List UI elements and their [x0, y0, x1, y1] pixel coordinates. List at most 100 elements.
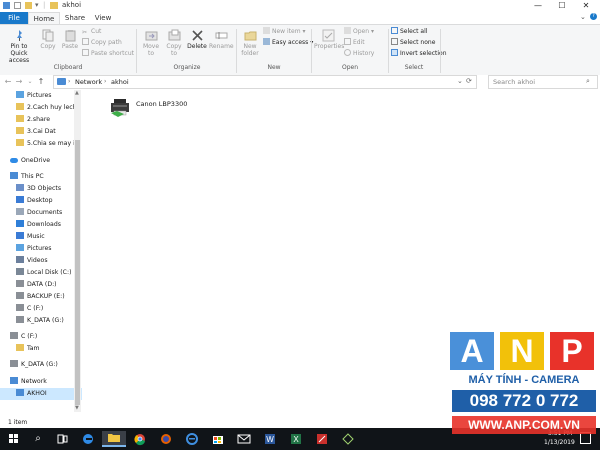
- sidebar-item[interactable]: Network: [0, 376, 82, 388]
- delete-button[interactable]: Delete: [186, 29, 208, 50]
- sidebar-item[interactable]: C (F:): [0, 331, 82, 343]
- invert-selection-button[interactable]: Invert selection: [391, 48, 447, 59]
- help-icon[interactable]: ?: [590, 13, 597, 20]
- sidebar-item[interactable]: DATA (D:): [0, 279, 82, 291]
- refresh-icon[interactable]: ⟳: [466, 77, 472, 85]
- sidebar-item[interactable]: 2.share: [0, 114, 82, 126]
- search-box[interactable]: Search akhoi ⌕: [488, 75, 598, 89]
- tab-file[interactable]: File: [0, 12, 28, 24]
- ie-icon[interactable]: [180, 431, 204, 447]
- sidebar-item[interactable]: 3D Objects: [0, 183, 82, 195]
- rename-button[interactable]: Rename: [209, 29, 234, 50]
- maximize-button[interactable]: ☐: [550, 0, 574, 12]
- paste-shortcut-button[interactable]: Paste shortcut: [82, 48, 134, 59]
- edit-button[interactable]: Edit: [344, 37, 374, 48]
- sidebar-item[interactable]: 5.Chia se may in: [0, 138, 82, 150]
- sidebar-item-label: C (F:): [21, 333, 38, 340]
- easy-access-button[interactable]: Easy access ▾: [263, 37, 313, 48]
- close-button[interactable]: ✕: [574, 0, 598, 12]
- sidebar-item[interactable]: K_DATA (G:): [0, 315, 82, 327]
- nav-scrollbar-thumb[interactable]: [75, 140, 80, 405]
- breadcrumb-akhoi[interactable]: akhoi: [111, 78, 129, 86]
- file-explorer-icon[interactable]: [102, 431, 126, 447]
- mail-icon[interactable]: [232, 431, 256, 447]
- breadcrumb-network[interactable]: Network: [75, 78, 102, 86]
- tab-share[interactable]: Share: [62, 12, 88, 24]
- sidebar-item-label: Network: [21, 378, 47, 385]
- new-folder-button[interactable]: New folder: [239, 29, 261, 57]
- search-icon[interactable]: ⌕: [26, 431, 50, 447]
- app-icon: [3, 2, 10, 9]
- sidebar-item[interactable]: Videos: [0, 255, 82, 267]
- tab-home[interactable]: Home: [28, 12, 60, 24]
- sidebar-item[interactable]: OneDrive: [0, 155, 82, 167]
- rename-icon: [215, 29, 228, 42]
- sidebar-item[interactable]: BACKUP (E:): [0, 291, 82, 303]
- address-dropdown-icon[interactable]: ⌄: [457, 77, 463, 85]
- sidebar-item[interactable]: K_DATA (G:): [0, 359, 82, 371]
- scroll-up-icon[interactable]: ▲: [75, 90, 79, 96]
- sidebar-item[interactable]: Downloads: [0, 219, 82, 231]
- firefox-icon[interactable]: [154, 431, 178, 447]
- drive-icon: [16, 316, 24, 323]
- move-to-button[interactable]: Move to: [140, 29, 162, 57]
- sidebar-item[interactable]: Music: [0, 231, 82, 243]
- breadcrumb-chevron-icon: ›: [104, 78, 107, 85]
- start-windows-icon[interactable]: [2, 431, 26, 447]
- paste-button[interactable]: Paste: [60, 29, 80, 50]
- select-none-button[interactable]: Select none: [391, 37, 447, 48]
- new-item-button[interactable]: New item ▾: [263, 26, 313, 37]
- new-item-icon: [263, 27, 270, 34]
- desktop-icon: [16, 196, 24, 203]
- qa-chevron-icon[interactable]: ▾: [35, 1, 39, 9]
- qa-divider: |: [43, 1, 46, 9]
- pin-quick-access-button[interactable]: Pin to Quick access: [2, 29, 36, 64]
- sidebar-item[interactable]: 3.Cai Dat: [0, 126, 82, 138]
- tab-view[interactable]: View: [90, 12, 116, 24]
- chrome-icon[interactable]: [128, 431, 152, 447]
- properties-qa-icon[interactable]: [14, 2, 21, 9]
- history-button[interactable]: History: [344, 48, 374, 59]
- up-arrow-icon[interactable]: ↑: [36, 76, 46, 88]
- folder-icon: [16, 139, 24, 146]
- sidebar-item[interactable]: Pictures: [0, 90, 82, 102]
- select-all-button[interactable]: Select all: [391, 26, 447, 37]
- task-view-icon[interactable]: [50, 431, 74, 447]
- sidebar-item[interactable]: Tam: [0, 343, 82, 355]
- word-icon[interactable]: W: [258, 431, 282, 447]
- app-icon[interactable]: [310, 431, 334, 447]
- sidebar-item[interactable]: Local Disk (C:): [0, 267, 82, 279]
- sidebar-item[interactable]: 2.Cach huy lech: [0, 102, 82, 114]
- address-bar[interactable]: › Network › akhoi ⌄ ⟳: [53, 75, 477, 89]
- ribbon: Pin to Quick access Copy Paste ✂ Cut Copy…: [0, 24, 600, 76]
- forward-arrow-icon[interactable]: →: [14, 76, 24, 88]
- copy-path-button[interactable]: Copy path: [82, 37, 134, 48]
- excel-icon[interactable]: X: [284, 431, 308, 447]
- list-item[interactable]: Canon LBP3300: [110, 98, 200, 120]
- scroll-down-icon[interactable]: ▼: [75, 405, 79, 411]
- sidebar-item[interactable]: Pictures: [0, 243, 82, 255]
- back-arrow-icon[interactable]: ←: [3, 76, 13, 88]
- sidebar-item[interactable]: C (F:): [0, 303, 82, 315]
- sidebar-item[interactable]: Desktop: [0, 195, 82, 207]
- edge-browser-icon[interactable]: [76, 431, 100, 447]
- easy-access-icon: [263, 38, 270, 45]
- copy-button[interactable]: Copy: [38, 29, 58, 50]
- properties-button[interactable]: Properties: [314, 29, 344, 50]
- drive-icon: [16, 304, 24, 311]
- minimize-button[interactable]: —: [526, 0, 550, 12]
- cut-button[interactable]: ✂ Cut: [82, 26, 134, 37]
- recent-chevron-icon[interactable]: ⌄: [25, 76, 35, 88]
- sidebar-item-label: Documents: [27, 209, 63, 216]
- sidebar-item[interactable]: Documents: [0, 207, 82, 219]
- copy-to-button[interactable]: Copy to: [163, 29, 185, 57]
- new-folder-qa-icon[interactable]: [25, 2, 32, 9]
- sidebar-item[interactable]: This PC: [0, 171, 82, 183]
- ribbon-collapse-icon[interactable]: ⌄: [580, 13, 586, 21]
- open-button[interactable]: Open ▾: [344, 26, 374, 37]
- documents-icon: [16, 208, 24, 215]
- search-input[interactable]: Search akhoi: [493, 78, 535, 86]
- store-icon[interactable]: [206, 431, 230, 447]
- sidebar-item[interactable]: AKHOI: [0, 388, 82, 400]
- snipping-tool-icon[interactable]: [336, 431, 360, 447]
